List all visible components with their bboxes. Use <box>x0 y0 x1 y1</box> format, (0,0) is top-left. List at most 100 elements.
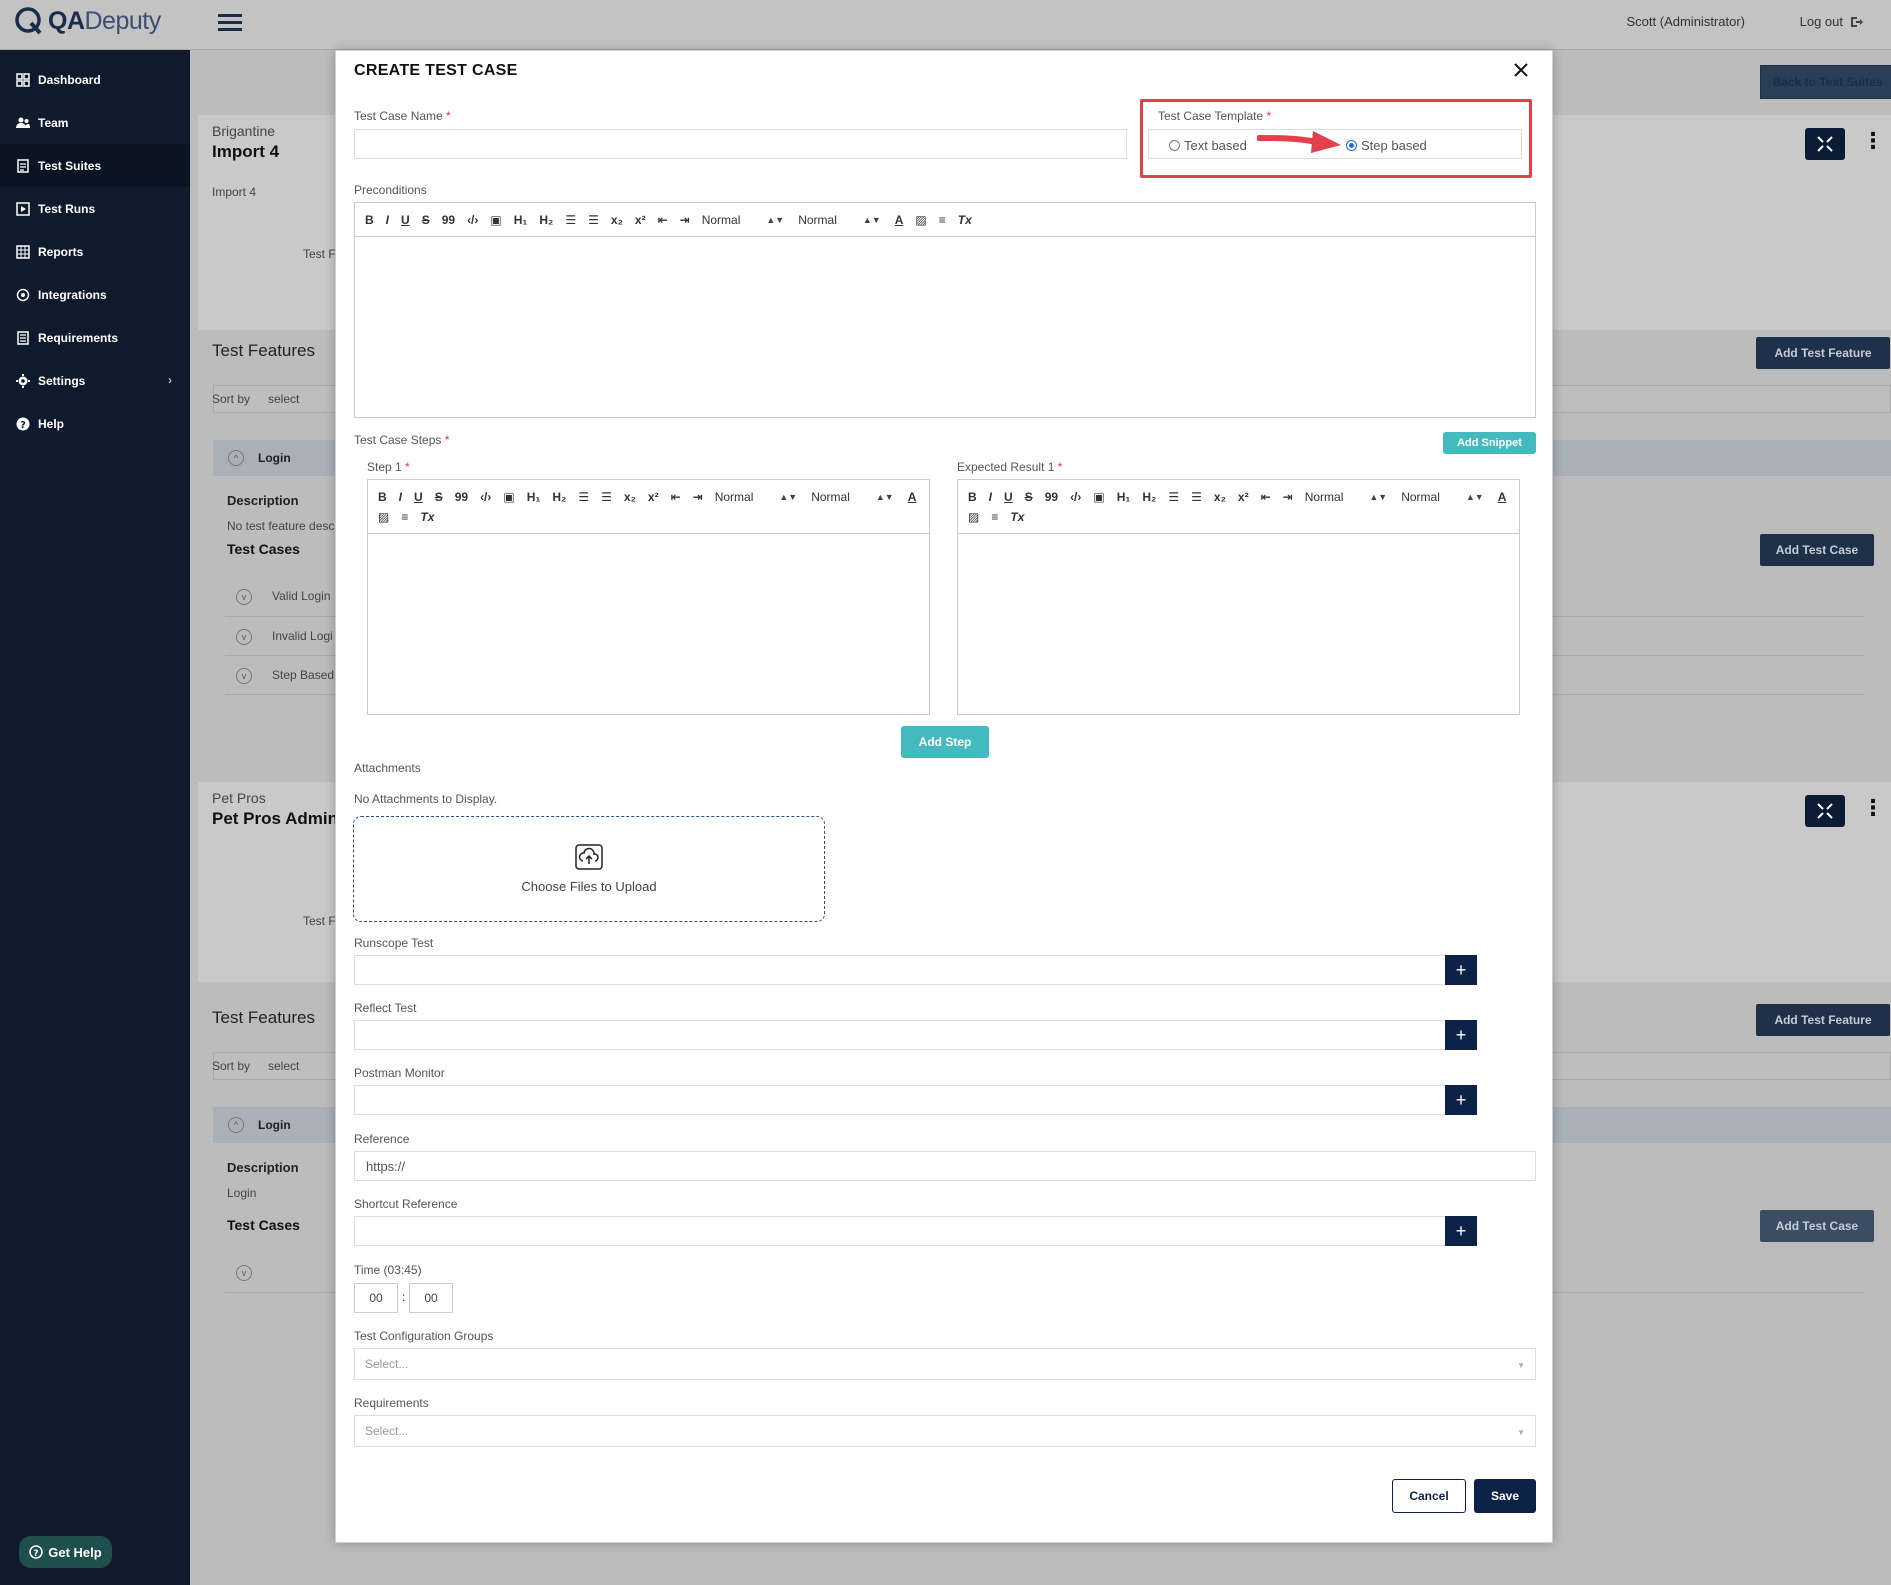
test-case-name-input[interactable] <box>354 129 1127 159</box>
case-name[interactable]: Step Based <box>272 668 334 682</box>
background-color-icon[interactable]: ▨ <box>968 510 979 524</box>
requirements-select[interactable]: Select... ▼ <box>354 1415 1536 1447</box>
runscope-input[interactable] <box>354 955 1446 985</box>
sort-select[interactable]: select <box>268 392 299 406</box>
image-button[interactable]: ▣ <box>490 213 501 227</box>
file-upload-dropzone[interactable]: Choose Files to Upload <box>353 816 825 922</box>
clear-format-button[interactable]: Tx <box>1010 510 1024 524</box>
add-snippet-button[interactable]: Add Snippet <box>1443 432 1536 454</box>
radio-circle-selected[interactable] <box>1346 140 1357 151</box>
sidebar-item-settings[interactable]: Settings › <box>0 359 190 402</box>
bullet-list-icon[interactable]: ☰ <box>1191 490 1202 504</box>
size-select[interactable]: Normal ▲▼ <box>715 490 798 504</box>
reflect-input[interactable] <box>354 1020 1446 1050</box>
outdent-icon[interactable]: ⇤ <box>671 490 681 504</box>
outdent-icon[interactable]: ⇤ <box>1261 490 1271 504</box>
image-button[interactable]: ▣ <box>1093 490 1104 504</box>
add-shortcut-button[interactable]: + <box>1445 1216 1477 1246</box>
strike-button[interactable]: S <box>422 213 430 227</box>
case-name[interactable]: Valid Login <box>272 589 331 603</box>
bold-button[interactable]: B <box>365 213 374 227</box>
ordered-list-icon[interactable]: ☰ <box>1168 490 1179 504</box>
add-test-case-button[interactable]: Add Test Case <box>1760 534 1874 566</box>
h2-button[interactable]: H₂ <box>539 213 553 227</box>
underline-button[interactable]: U <box>401 213 410 227</box>
code-button[interactable]: ‹/› <box>480 490 491 504</box>
collapse-icon[interactable]: ^ <box>228 1117 244 1133</box>
expand-case-icon[interactable]: v <box>236 589 252 605</box>
sidebar-item-test-suites[interactable]: Test Suites <box>0 144 190 187</box>
h1-button[interactable]: H₁ <box>514 213 528 227</box>
subscript-button[interactable]: x₂ <box>611 213 623 227</box>
h2-button[interactable]: H₂ <box>1142 490 1156 504</box>
reference-input[interactable]: https:// <box>354 1151 1536 1181</box>
image-button[interactable]: ▣ <box>503 490 514 504</box>
add-reflect-button[interactable]: + <box>1445 1020 1477 1050</box>
clear-format-button[interactable]: Tx <box>420 510 434 524</box>
add-test-case-button[interactable]: Add Test Case <box>1760 1210 1874 1242</box>
blockquote-button[interactable]: 99 <box>1045 490 1058 504</box>
bullet-list-icon[interactable]: ☰ <box>601 490 612 504</box>
save-button[interactable]: Save <box>1474 1479 1536 1513</box>
bold-button[interactable]: B <box>378 490 387 504</box>
case-name[interactable]: Invalid Logi <box>272 629 333 643</box>
step-1-editor[interactable]: B I U S 99 ‹/› ▣ H₁ H₂ ☰ ☰ x₂ x² ⇤ ⇥ Nor… <box>367 479 930 715</box>
sidebar-item-test-runs[interactable]: Test Runs <box>0 187 190 230</box>
sidebar-item-team[interactable]: Team <box>0 101 190 144</box>
align-icon[interactable]: ≡ <box>401 510 408 524</box>
expand-case-icon[interactable]: v <box>236 1265 252 1281</box>
collapse-icon[interactable]: ^ <box>228 450 244 466</box>
add-test-feature-button[interactable]: Add Test Feature <box>1756 337 1890 369</box>
expected-result-1-editor[interactable]: B I U S 99 ‹/› ▣ H₁ H₂ ☰ ☰ x₂ x² ⇤ ⇥ Nor… <box>957 479 1520 715</box>
sidebar-item-reports[interactable]: Reports <box>0 230 190 273</box>
qadeputy-logo[interactable]: QADeputy <box>14 6 161 36</box>
h1-button[interactable]: H₁ <box>1117 490 1131 504</box>
indent-icon[interactable]: ⇥ <box>680 213 690 227</box>
underline-button[interactable]: U <box>414 490 423 504</box>
blockquote-button[interactable]: 99 <box>455 490 468 504</box>
align-icon[interactable]: ≡ <box>939 213 946 227</box>
code-button[interactable]: ‹/› <box>1070 490 1081 504</box>
ordered-list-icon[interactable]: ☰ <box>578 490 589 504</box>
time-minutes-input[interactable]: 00 <box>354 1283 398 1313</box>
underline-button[interactable]: U <box>1004 490 1013 504</box>
superscript-button[interactable]: x² <box>648 490 659 504</box>
subscript-button[interactable]: x₂ <box>1214 490 1226 504</box>
more-options-icon[interactable]: ⋮ <box>1862 795 1884 821</box>
text-color-button[interactable]: A <box>908 490 917 504</box>
header-select[interactable]: Normal ▲▼ <box>1401 490 1484 504</box>
size-select[interactable]: Normal ▲▼ <box>702 213 785 227</box>
background-color-icon[interactable]: ▨ <box>915 213 926 227</box>
clear-format-button[interactable]: Tx <box>958 213 972 227</box>
superscript-button[interactable]: x² <box>1238 490 1249 504</box>
header-select[interactable]: Normal ▲▼ <box>798 213 881 227</box>
cancel-button[interactable]: Cancel <box>1392 1479 1466 1513</box>
background-color-icon[interactable]: ▨ <box>378 510 389 524</box>
indent-icon[interactable]: ⇥ <box>1283 490 1293 504</box>
text-color-button[interactable]: A <box>895 213 904 227</box>
radio-step-based[interactable]: Step based <box>1346 138 1427 153</box>
sidebar-item-dashboard[interactable]: Dashboard <box>0 58 190 101</box>
back-to-test-suites-button[interactable]: Back to Test Suites <box>1760 65 1891 99</box>
strike-button[interactable]: S <box>1025 490 1033 504</box>
text-color-button[interactable]: A <box>1498 490 1507 504</box>
ordered-list-icon[interactable]: ☰ <box>565 213 576 227</box>
shortcut-reference-input[interactable] <box>354 1216 1446 1246</box>
italic-button[interactable]: I <box>399 490 402 504</box>
code-button[interactable]: ‹/› <box>467 213 478 227</box>
italic-button[interactable]: I <box>989 490 992 504</box>
expand-case-icon[interactable]: v <box>236 629 252 645</box>
superscript-button[interactable]: x² <box>635 213 646 227</box>
expand-icon[interactable] <box>1805 795 1845 827</box>
add-postman-button[interactable]: + <box>1445 1085 1477 1115</box>
blockquote-button[interactable]: 99 <box>442 213 455 227</box>
add-step-button[interactable]: Add Step <box>901 726 989 758</box>
logout-link[interactable]: Log out <box>1800 14 1863 29</box>
radio-text-based[interactable]: Text based <box>1169 138 1247 153</box>
align-icon[interactable]: ≡ <box>991 510 998 524</box>
size-select[interactable]: Normal ▲▼ <box>1305 490 1388 504</box>
hamburger-menu-icon[interactable] <box>218 12 242 32</box>
h2-button[interactable]: H₂ <box>552 490 566 504</box>
sort-select[interactable]: select <box>268 1059 299 1073</box>
time-seconds-input[interactable]: 00 <box>409 1283 453 1313</box>
